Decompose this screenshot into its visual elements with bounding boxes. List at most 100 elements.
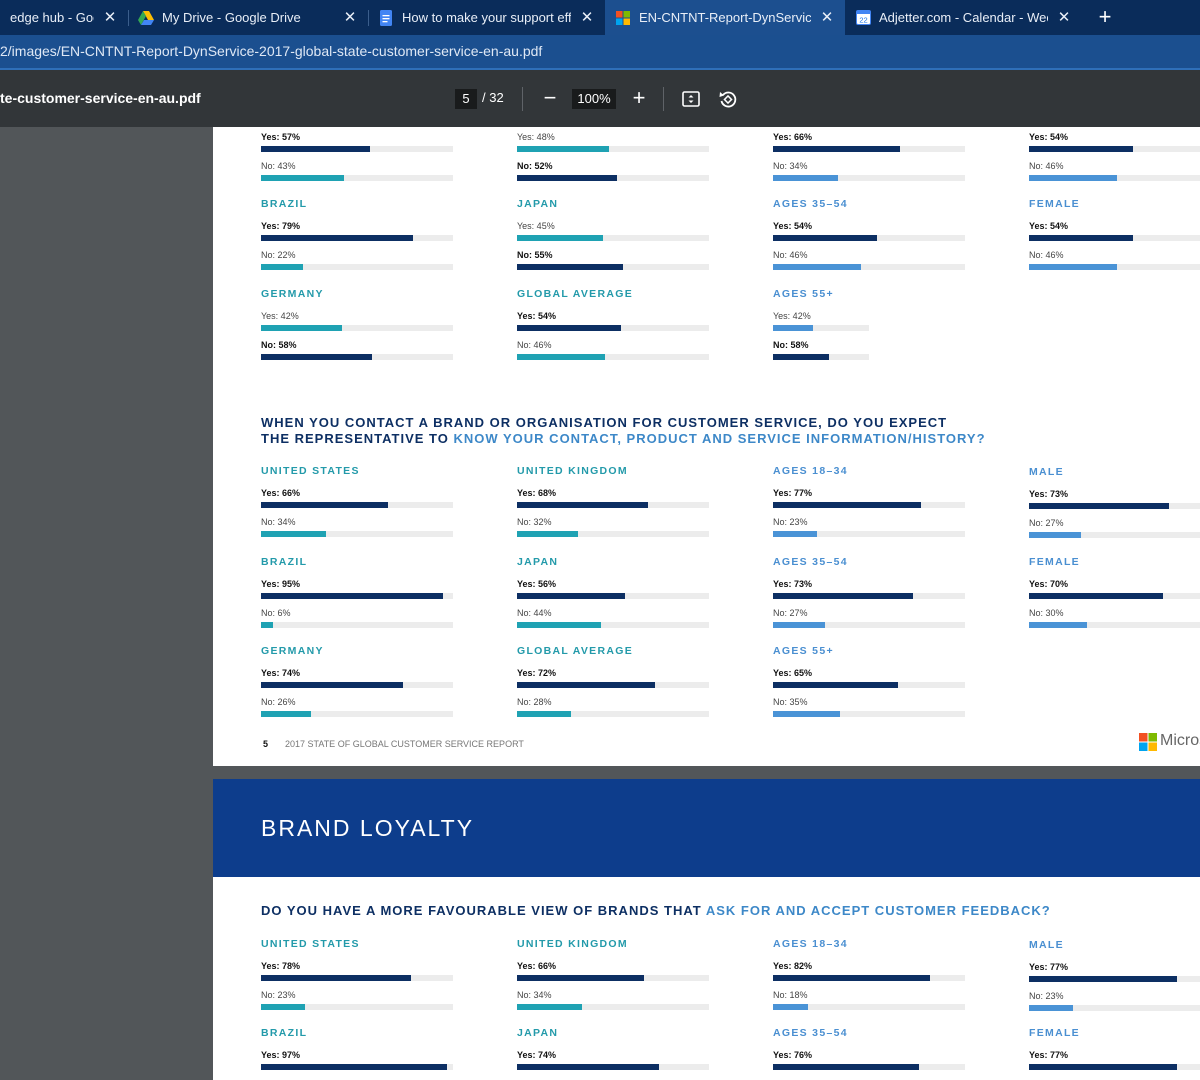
zoom-in-button[interactable]: +	[628, 84, 650, 112]
bar-value-label: Yes: 42%	[261, 311, 299, 321]
close-icon[interactable]: ✕	[102, 9, 118, 26]
bar-fill	[517, 264, 623, 270]
group-label: UNITED KINGDOM	[517, 465, 628, 477]
browser-tab[interactable]: How to make your support efficie ✕	[368, 0, 605, 35]
rotate-button[interactable]	[717, 88, 739, 110]
close-icon[interactable]: ✕	[579, 9, 595, 26]
zoom-level-input[interactable]: 100%	[572, 89, 616, 109]
bar-fill	[773, 325, 814, 331]
bar-fill	[517, 593, 625, 599]
bar-value-label: Yes: 66%	[261, 488, 301, 498]
bar-fill	[261, 593, 444, 599]
bar-value-label: No: 34%	[773, 161, 808, 171]
browser-tab[interactable]: EN-CNTNT-Report-DynService-20 ✕	[605, 0, 845, 35]
bar-track	[773, 354, 869, 360]
bar-track	[517, 622, 709, 628]
bar-fill	[517, 711, 571, 717]
question-highlight: KNOW YOUR CONTACT, PRODUCT AND SERVICE I…	[453, 431, 986, 446]
bar-value-label: No: 44%	[517, 608, 552, 618]
bar-fill	[1029, 532, 1081, 538]
bar-value-label: Yes: 48%	[517, 132, 555, 142]
bar-value-label: No: 34%	[261, 517, 296, 527]
bar-track	[517, 593, 709, 599]
group-label: UNITED STATES	[261, 465, 360, 477]
question-text: DO YOU HAVE A MORE FAVOURABLE VIEW OF BR…	[261, 903, 706, 918]
page-number-input[interactable]: 5	[455, 89, 477, 109]
bar-value-label: No: 58%	[261, 340, 297, 350]
close-icon[interactable]: ✕	[342, 9, 358, 26]
bar-fill	[1029, 503, 1170, 509]
fit-to-page-button[interactable]	[681, 89, 701, 109]
bar-value-label: Yes: 72%	[517, 668, 557, 678]
bar-track	[261, 682, 453, 688]
bar-fill	[261, 1064, 448, 1070]
svg-text:22: 22	[859, 16, 867, 25]
group-label: FEMALE	[1029, 198, 1080, 210]
bar-value-label: Yes: 65%	[773, 668, 813, 678]
bar-track	[517, 354, 709, 360]
toolbar-divider	[522, 87, 523, 111]
bar-fill	[261, 1004, 306, 1010]
group-label: FEMALE	[1029, 1027, 1080, 1039]
zoom-out-button[interactable]: −	[539, 84, 561, 112]
section-title: BRAND LOYALTY	[261, 815, 475, 841]
bar-track	[517, 502, 709, 508]
bar-value-label: Yes: 54%	[773, 221, 813, 231]
bar-value-label: No: 18%	[773, 990, 808, 1000]
bar-value-label: Yes: 42%	[773, 311, 811, 321]
question-text: THE REPRESENTATIVE TO	[261, 431, 454, 446]
bar-fill	[773, 354, 829, 360]
bar-track	[1029, 503, 1200, 509]
bar-track	[1029, 175, 1200, 181]
bar-value-label: No: 23%	[261, 990, 296, 1000]
address-bar[interactable]: 2/images/EN-CNTNT-Report-DynService-2017…	[0, 35, 1200, 70]
bar-value-label: Yes: 54%	[1029, 221, 1069, 231]
bar-fill	[773, 593, 914, 599]
address-url[interactable]: 2/images/EN-CNTNT-Report-DynService-2017…	[0, 43, 542, 59]
bar-value-label: Yes: 78%	[261, 961, 301, 971]
bar-fill	[773, 146, 900, 152]
group-label: BRAZIL	[261, 1027, 308, 1039]
bar-fill	[261, 531, 327, 537]
tab-title: EN-CNTNT-Report-DynService-20	[639, 10, 811, 25]
bar-fill	[1029, 264, 1118, 270]
bar-track	[773, 264, 965, 270]
browser-tab[interactable]: My Drive - Google Drive ✕	[128, 0, 368, 35]
bar-track	[1029, 1005, 1200, 1011]
bar-track	[773, 711, 965, 717]
bar-fill	[517, 975, 644, 981]
bar-track	[261, 325, 453, 331]
question-line: WHEN YOU CONTACT A BRAND OR ORGANISATION…	[261, 415, 948, 430]
bar-track	[261, 622, 453, 628]
tab-divider	[128, 10, 129, 26]
group-label: AGES 18–34	[773, 938, 848, 950]
group-label: JAPAN	[517, 556, 559, 568]
bar-fill	[517, 175, 617, 181]
close-icon[interactable]: ✕	[1056, 9, 1072, 26]
page-total: / 32	[482, 90, 504, 105]
bar-value-label: No: 46%	[517, 340, 552, 350]
bar-track	[261, 264, 453, 270]
new-tab-button[interactable]: +	[1094, 5, 1116, 29]
bar-track	[1029, 532, 1200, 538]
bar-value-label: No: 46%	[773, 250, 808, 260]
bar-value-label: Yes: 97%	[261, 1050, 301, 1060]
footer-report-title: 2017 STATE OF GLOBAL CUSTOMER SERVICE RE…	[285, 739, 524, 749]
bar-value-label: No: 52%	[517, 161, 553, 171]
bar-track	[261, 1064, 453, 1070]
bar-fill	[773, 975, 931, 981]
bar-fill	[773, 531, 818, 537]
browser-tab[interactable]: edge hub - Google ✕	[0, 0, 128, 35]
bar-track	[517, 531, 709, 537]
browser-tab[interactable]: 22 Adjetter.com - Calendar - Week o ✕	[845, 0, 1082, 35]
bar-value-label: No: 27%	[773, 608, 808, 618]
toolbar-divider	[663, 87, 664, 111]
bar-track	[261, 354, 453, 360]
bar-track	[773, 682, 965, 688]
bar-fill	[261, 264, 304, 270]
tab-title: My Drive - Google Drive	[162, 10, 301, 25]
tab-divider	[368, 10, 369, 26]
close-icon[interactable]: ✕	[819, 9, 835, 26]
bar-fill	[517, 622, 602, 628]
group-label: MALE	[1029, 466, 1064, 478]
